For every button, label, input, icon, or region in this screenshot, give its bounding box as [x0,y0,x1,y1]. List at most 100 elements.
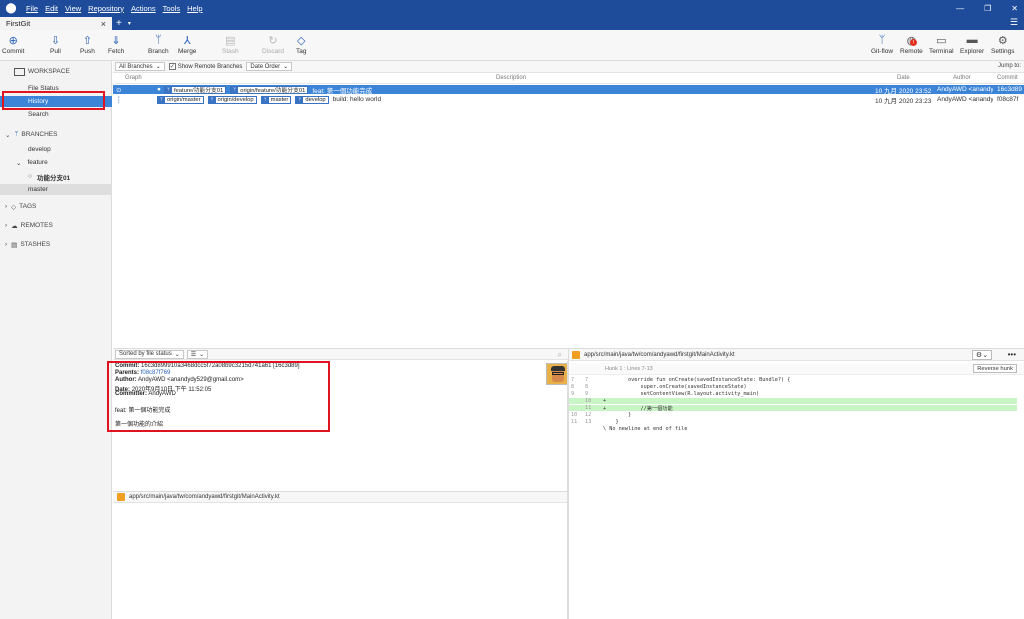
fetch-button[interactable]: ⇓ Fetch [108,32,124,56]
sidebar-item-label: Search [28,111,49,118]
sort-dropdown[interactable]: Sorted by file status ⌄ [115,349,184,359]
branches-dropdown[interactable]: All Branches ⌄ [115,62,165,71]
chevron-right-icon: › [5,241,8,248]
diff-line[interactable]: \ No newline at end of file [569,426,1017,432]
remotes-label: REMOTES [20,222,53,229]
search-icon[interactable]: ⌕ [558,350,562,360]
description-column-header[interactable]: Description [496,75,526,81]
menu-help[interactable]: Help [187,4,202,13]
diff-line[interactable]: 10 12 } [569,412,1017,418]
sidebar-item-develop[interactable]: develop [0,144,112,155]
terminal-button[interactable]: ▭ Terminal [929,32,954,56]
menu-view[interactable]: View [65,4,81,13]
sidebar-tags-header[interactable]: › ◇ TAGS [0,201,112,212]
diff-line[interactable]: 10 + [569,398,1017,404]
table-row[interactable]: ⊙ ● ᛘ feature/功能分支01 ᛘ origin/feature/功能分支… [113,85,1024,94]
commit-author: AndyAWD <anandydy529@gmail.com> [937,96,993,103]
sidebar-item-feature-branch[interactable]: ○ 功能分支01 [0,171,112,182]
branch-icon: ᛘ [14,131,19,138]
sidebar-item-search[interactable]: Search [0,109,112,120]
tags-label: TAGS [19,203,37,210]
sidebar-workspace-header[interactable]: WORKSPACE [0,66,112,77]
menu-edit[interactable]: Edit [45,4,58,13]
graph-column-header[interactable]: Graph [125,75,142,81]
reverse-hunk-button[interactable]: Reverse hunk [973,364,1017,373]
pull-button[interactable]: ⇩ Pull [50,32,61,56]
stash-button[interactable]: ▤ Stash [222,32,239,56]
diff-line[interactable]: 7 7 override fun onCreate(savedInstanceSt… [569,377,1017,383]
remote-alert-badge: ! [910,39,917,46]
menu-actions[interactable]: Actions [131,4,156,13]
old-line-number: 8 [571,384,575,390]
branch-label[interactable]: ᛘ origin/feature/功能分支01 [230,85,309,94]
branch-icon: ᛘ [208,95,216,104]
git-flow-button[interactable]: ᛘ Git-flow [871,32,893,55]
stashes-label: STASHES [20,241,51,248]
diff-code: override fun onCreate(savedInstanceState… [603,377,791,383]
diff-line[interactable]: 11 13 } [569,419,1017,425]
branch-label[interactable]: ᛘ master [260,95,292,104]
history-highlight-box [2,91,105,110]
branch-label[interactable]: ᛘ origin/master [157,95,204,104]
jump-to-label[interactable]: Jump to: [998,63,1021,69]
tab-dropdown-icon[interactable]: ▾ [128,16,131,30]
minimize-button[interactable]: — [956,4,964,13]
hamburger-menu-icon[interactable]: ☰ [1010,17,1018,28]
menu-repository[interactable]: Repository [88,4,124,13]
sidebar: WORKSPACE File Status History Search ⌄ ᛘ… [0,61,112,619]
maximize-button[interactable]: ❐ [984,4,991,13]
commit-column-header[interactable]: Commit [997,75,1018,81]
sidebar-item-feature[interactable]: ⌄ feature [0,157,112,168]
history-filter-bar: All Branches ⌄ ✓ Show Remote Branches Da… [113,61,1024,73]
diff-line[interactable]: 9 9 setContentView(R.layout.activity_main… [569,391,1017,397]
tab-bar: FirstGit × + ▾ ☰ [0,16,1024,30]
diff-line[interactable]: 8 8 super.onCreate(savedInstanceState) [569,384,1017,390]
branch-label[interactable]: ᛘ develop [295,95,329,104]
commit-hash: f08c87f [997,96,1019,103]
commit-hash: 16c3d89 [997,86,1022,93]
menu-tools[interactable]: Tools [163,4,181,13]
changed-file-row[interactable]: app/src/main/java/tw/com/andyawd/firstgi… [113,491,568,503]
author-column-header[interactable]: Author [953,75,971,81]
new-tab-button[interactable]: + [116,16,122,30]
sidebar-item-master[interactable]: master [0,184,112,195]
tab-close-icon[interactable]: × [101,19,106,29]
date-column-header[interactable]: Date [897,75,910,81]
old-line-number: 9 [571,391,575,397]
graph-node-icon: ⊙ [116,86,122,94]
sidebar-remotes-header[interactable]: › ☁ REMOTES [0,220,112,231]
order-dropdown[interactable]: Date Order ⌄ [246,62,293,71]
diff-options-button[interactable]: ⚙ ⌄ [972,350,992,360]
remote-label: Remote [900,48,923,55]
table-row[interactable]: ┆ ᛘ origin/master ᛘ origin/develop ᛘ master… [113,95,1024,104]
merge-icon: ⅄ [183,34,191,47]
show-remote-branches-checkbox[interactable]: ✓ Show Remote Branches [168,63,242,70]
more-options-icon[interactable]: ••• [1008,350,1016,359]
remote-button[interactable]: ◍ ! Remote [900,32,923,56]
close-window-button[interactable]: ✕ [1011,4,1018,13]
dropdown-value: All Branches [119,63,153,70]
new-line-number: 7 [585,377,589,383]
old-line-number: 10 [571,412,578,418]
view-mode-dropdown[interactable]: ☰ ⌄ [186,349,209,359]
merge-button[interactable]: ⅄ Merge [178,32,196,56]
branch-label[interactable]: ᛘ feature/功能分支01 [163,85,227,94]
tag-button[interactable]: ◇ Tag [296,32,306,56]
branch-label[interactable]: ᛘ origin/develop [207,95,257,104]
menu-file[interactable]: File [26,4,38,13]
sidebar-branches-header[interactable]: ⌄ ᛘ BRANCHES [0,129,112,140]
new-line-number: 13 [585,419,592,425]
tab-firstgit[interactable]: FirstGit × [0,17,112,30]
push-button[interactable]: ⇧ Push [80,32,95,56]
sidebar-stashes-header[interactable]: › ▤ STASHES [0,239,112,250]
discard-button[interactable]: ↻ Discard [262,32,284,56]
diff-line[interactable]: 11 + //第一個功能 [569,405,1017,412]
gear-icon: ⚙ [997,34,1008,47]
branch-button[interactable]: ᛘ Branch [148,32,169,55]
settings-button[interactable]: ⚙ Settings [991,32,1015,56]
chevron-down-icon: ⌄ [283,64,289,70]
commit-button[interactable]: ⊕ Commit [2,32,24,56]
panel-divider[interactable] [567,361,568,619]
head-marker-icon: ● [157,86,161,93]
explorer-button[interactable]: ▬ Explorer [960,32,984,55]
